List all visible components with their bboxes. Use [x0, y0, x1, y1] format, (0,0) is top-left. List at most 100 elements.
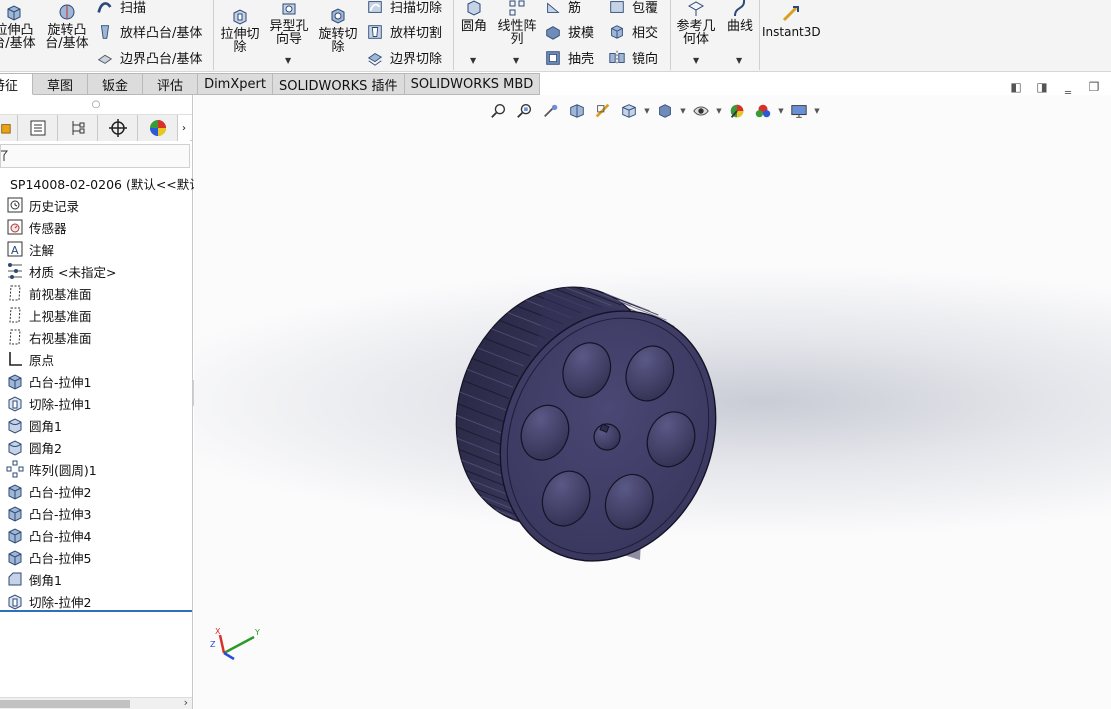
mirror-button[interactable]: 镜向 [608, 48, 658, 67]
tree-node[interactable]: 切除-拉伸1 [0, 392, 193, 414]
circular-pattern-icon [5, 459, 25, 479]
display-manager-tab[interactable] [138, 115, 178, 141]
revolve-cut-label: 旋转切 除 [318, 27, 358, 55]
tree-node[interactable]: 原点 [0, 348, 193, 370]
tab-label: 评估 [157, 78, 184, 94]
tab-features[interactable]: 特征 [0, 73, 34, 95]
tree-node[interactable]: 倒角1 [0, 568, 193, 590]
pulley-model[interactable] [194, 95, 1111, 709]
scroll-right-arrow[interactable]: › [184, 696, 188, 709]
tab-solidworks-mbd[interactable]: SOLIDWORKS MBD [404, 73, 541, 95]
tab-sheet-metal[interactable]: 钣金 [88, 73, 144, 95]
fillet-dropdown[interactable]: ▼ [470, 56, 476, 65]
fillet-button[interactable]: 圆角 [456, 0, 492, 33]
tab-label: SOLIDWORKS 插件 [278, 78, 398, 94]
tree-node[interactable]: 凸台-拉伸5 [0, 546, 193, 568]
intersect-button[interactable]: 相交 [608, 22, 658, 41]
boundary-boss-button[interactable]: 边界凸台/基体 [96, 48, 202, 67]
tree-node[interactable]: 阵列(圆周)1 [0, 458, 193, 480]
sweep-cut-label: 扫描切除 [390, 1, 443, 16]
tree-node[interactable]: 历史记录 [0, 194, 193, 216]
tab-solidworks-addins[interactable]: SOLIDWORKS 插件 [272, 73, 405, 95]
tree-node[interactable]: 凸台-拉伸3 [0, 502, 193, 524]
tree-node[interactable]: 凸台-拉伸2 [0, 480, 193, 502]
minimize-button[interactable]: ‗ [1055, 78, 1081, 96]
boss-extrude-icon [5, 481, 25, 501]
tree-root-part[interactable]: SP14008-02-0206 (默认<<默认> [0, 172, 212, 194]
tile-right-button[interactable]: ◨ [1029, 78, 1055, 96]
tab-label: SOLIDWORKS MBD [410, 76, 534, 92]
draft-icon [546, 25, 560, 40]
command-manager-ribbon: 拉伸凸 台/基体 旋转凸 台/基体 扫描 放样凸台/基体 边界凸台/基体 拉伸切… [0, 0, 1111, 72]
extrude-boss-button[interactable]: 拉伸凸 台/基体 [0, 2, 36, 50]
hole-wizard-dropdown[interactable]: ▼ [285, 56, 291, 65]
hole-wizard-button[interactable]: 异型孔 向导 [266, 0, 312, 46]
panel-collapse-handle[interactable]: ○ [0, 95, 192, 115]
feature-manager-tab[interactable] [0, 115, 18, 141]
curves-dropdown[interactable]: ▼ [736, 56, 742, 65]
tree-horizontal-scrollbar[interactable]: › [0, 696, 192, 709]
draft-button[interactable]: 拔模 [544, 22, 594, 41]
tree-node[interactable]: 凸台-拉伸1 [0, 370, 193, 392]
revolve-cut-button[interactable]: 旋转切 除 [316, 6, 360, 54]
boundary-cut-button[interactable]: 边界切除 [366, 48, 442, 67]
sweep-icon [97, 1, 112, 13]
manager-tabs: › [0, 115, 192, 141]
property-manager-tab[interactable] [18, 115, 58, 141]
wrap-button[interactable]: 包覆 [608, 0, 658, 16]
scrollbar-thumb[interactable] [0, 700, 130, 708]
mirror-icon [609, 50, 625, 65]
mirror-label: 镜向 [632, 52, 659, 67]
tree-node[interactable]: A 注解 [0, 238, 193, 260]
configuration-icon [72, 121, 84, 135]
tree-node-label: 注解 [29, 242, 55, 258]
shell-label: 抽壳 [568, 52, 595, 67]
configuration-manager-tab[interactable] [58, 115, 98, 141]
rib-button[interactable]: 筋 [544, 0, 581, 16]
sweep-cut-button[interactable]: 扫描切除 [366, 0, 442, 16]
tree-node[interactable]: 右视基准面 [0, 326, 193, 348]
restore-button[interactable]: ❐ [1081, 78, 1107, 96]
revolve-boss-label: 旋转凸 台/基体 [45, 23, 89, 51]
tree-node[interactable]: 圆角1 [0, 414, 193, 436]
tree-node[interactable]: 圆角2 [0, 436, 193, 458]
instant3d-button[interactable]: Instant3D [762, 4, 821, 39]
tab-evaluate[interactable]: 评估 [143, 73, 199, 95]
tab-dimxpert[interactable]: DimXpert [198, 73, 273, 95]
sensor-icon [5, 217, 25, 237]
ribbon-separator [759, 0, 760, 70]
tab-sketch[interactable]: 草图 [33, 73, 89, 95]
dimxpert-manager-tab[interactable] [98, 115, 138, 141]
tree-node[interactable]: 上视基准面 [0, 304, 193, 326]
ribbon-separator [213, 0, 214, 70]
tree-filter-input[interactable] [0, 144, 190, 168]
history-icon [5, 195, 25, 215]
tree-node[interactable]: 前视基准面 [0, 282, 193, 304]
graphics-area[interactable]: ▼ ▼ ▼ ▼ ▼ Y X Z [194, 95, 1111, 709]
extrude-cut-button[interactable]: 拉伸切 除 [218, 6, 262, 54]
curves-button[interactable]: 曲线 [722, 0, 758, 33]
revolve-boss-button[interactable]: 旋转凸 台/基体 [44, 2, 90, 50]
tree-node[interactable]: 传感器 [0, 216, 193, 238]
tree-node-label: 原点 [29, 352, 55, 368]
loft-cut-button[interactable]: 放样切割 [366, 22, 442, 41]
reference-geometry-dropdown[interactable]: ▼ [693, 56, 699, 65]
sweep-button[interactable]: 扫描 [96, 0, 146, 16]
ribbon-separator [670, 0, 671, 70]
plane-icon [5, 327, 25, 347]
hole-wizard-icon [282, 3, 296, 15]
instant3d-icon [782, 6, 799, 22]
manager-tabs-overflow[interactable]: › [178, 115, 190, 141]
loft-boss-button[interactable]: 放样凸台/基体 [96, 22, 202, 41]
linear-pattern-button[interactable]: 线性阵 列 [495, 0, 539, 46]
linear-pattern-dropdown[interactable]: ▼ [513, 56, 519, 65]
rollback-bar[interactable] [0, 610, 192, 612]
loft-cut-icon [368, 24, 382, 39]
tree-node[interactable]: 切除-拉伸2 [0, 590, 193, 612]
curves-icon [734, 0, 746, 17]
tree-node[interactable]: 材质 <未指定> [0, 260, 193, 282]
shell-button[interactable]: 抽壳 [544, 48, 594, 67]
tile-left-button[interactable]: ◧ [1003, 78, 1029, 96]
tree-node[interactable]: 凸台-拉伸4 [0, 524, 193, 546]
reference-geometry-button[interactable]: 参考几 何体 [674, 0, 718, 46]
